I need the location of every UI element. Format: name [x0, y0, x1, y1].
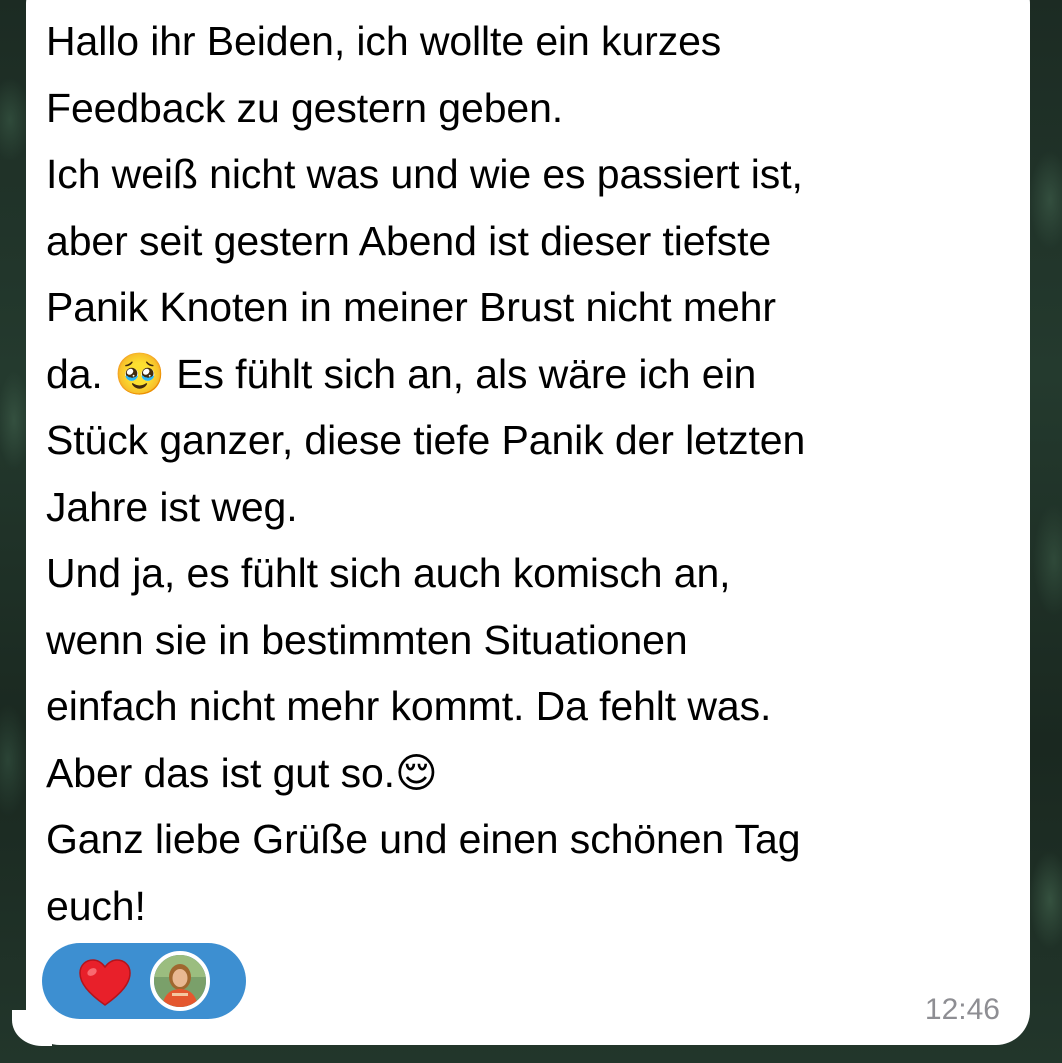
message-bubble-tail	[12, 1010, 52, 1046]
message-text: Hallo ihr Beiden, ich wollte ein kurzes …	[46, 18, 806, 929]
message-timestamp: 12:46	[924, 993, 1000, 1026]
red-heart-icon	[79, 959, 131, 1006]
reaction-pill[interactable]	[42, 943, 246, 1019]
user-avatar[interactable]	[150, 951, 210, 1011]
